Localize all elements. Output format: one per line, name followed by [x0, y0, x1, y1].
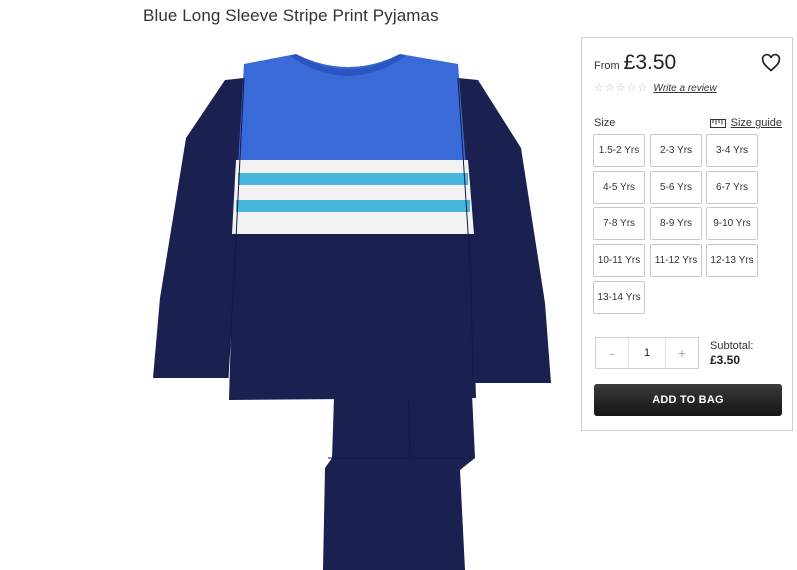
star-icon: ☆ [626, 82, 637, 94]
star-icon: ☆ [615, 82, 626, 94]
add-to-bag-button[interactable]: ADD TO BAG [594, 384, 782, 416]
ruler-icon [709, 118, 726, 128]
size-option[interactable]: 9-10 Yrs [706, 207, 758, 240]
write-review-link[interactable]: Write a review [653, 83, 716, 94]
price-row: From £3.50 [594, 51, 676, 75]
size-option[interactable]: 7-8 Yrs [593, 207, 645, 240]
purchase-panel: From £3.50 ☆ ☆ ☆ ☆ ☆ Write a review Size… [581, 37, 793, 431]
subtotal-label: Subtotal: [710, 340, 754, 352]
product-title: Blue Long Sleeve Stripe Print Pyjamas [143, 6, 439, 25]
size-option[interactable]: 6-7 Yrs [706, 171, 758, 204]
size-option[interactable]: 5-6 Yrs [650, 171, 702, 204]
size-option[interactable]: 8-9 Yrs [650, 207, 702, 240]
wishlist-heart-icon[interactable] [761, 53, 781, 73]
product-image[interactable] [148, 38, 556, 570]
quantity-increase-button[interactable]: + [666, 338, 698, 368]
star-icon: ☆ [604, 82, 615, 94]
size-option[interactable]: 4-5 Yrs [593, 171, 645, 204]
quantity-stepper: - 1 + [595, 337, 699, 369]
size-option[interactable]: 3-4 Yrs [706, 134, 758, 167]
price: £3.50 [623, 51, 677, 74]
size-guide-link[interactable]: Size guide [709, 117, 782, 129]
size-label: Size [594, 117, 616, 129]
star-icon: ☆ [594, 82, 604, 94]
subtotal: Subtotal: £3.50 [710, 340, 753, 367]
size-option[interactable]: 12-13 Yrs [706, 244, 758, 277]
size-guide-label: Size guide [730, 117, 782, 129]
quantity-decrease-button[interactable]: - [596, 338, 628, 368]
quantity-value[interactable]: 1 [628, 338, 666, 368]
subtotal-value: £3.50 [710, 353, 741, 367]
size-option[interactable]: 1.5-2 Yrs [593, 134, 645, 167]
star-rating: ☆ ☆ ☆ ☆ ☆ [594, 83, 647, 94]
price-prefix: From [594, 60, 620, 72]
star-icon: ☆ [637, 82, 648, 94]
size-option[interactable]: 10-11 Yrs [593, 244, 645, 277]
size-option[interactable]: 11-12 Yrs [650, 244, 702, 277]
size-header: Size Size guide [594, 117, 782, 129]
rating-row: ☆ ☆ ☆ ☆ ☆ Write a review [594, 83, 717, 95]
pyjamas-illustration [153, 54, 551, 570]
size-option[interactable]: 2-3 Yrs [650, 134, 702, 167]
size-option[interactable]: 13-14 Yrs [593, 281, 645, 314]
